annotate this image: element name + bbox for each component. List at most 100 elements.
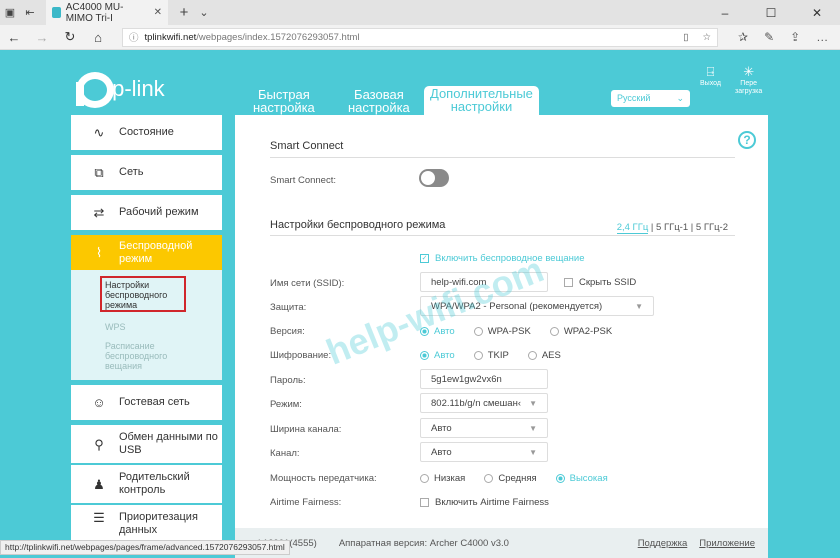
- sidebar-item-operation-mode[interactable]: ⇄ Рабочий режим: [71, 195, 222, 230]
- sidebar-item-label: Приоритезация данных: [119, 511, 198, 536]
- option-label: Средняя: [498, 473, 537, 484]
- enc-aes-radio[interactable]: [527, 351, 537, 360]
- option-label: Авто: [434, 350, 455, 361]
- url-input[interactable]: ⓘ tplinkwifi.net/webpages/index.157207629…: [122, 27, 718, 47]
- sidebar-item-label: Состояние: [119, 126, 174, 138]
- dropdown-arrow-icon: ▼: [529, 447, 537, 457]
- power-high-radio[interactable]: [555, 474, 565, 483]
- mode-icon: ⇄: [93, 205, 105, 220]
- support-link[interactable]: Поддержка: [638, 538, 688, 549]
- power-medium-radio[interactable]: [484, 474, 494, 483]
- new-tab-button[interactable]: +: [174, 4, 194, 21]
- version-wpa2-psk-radio[interactable]: [549, 327, 559, 336]
- help-icon[interactable]: ?: [738, 131, 756, 149]
- tab-basic[interactable]: Базовая настройка: [348, 88, 410, 114]
- favorite-star-icon[interactable]: ☆: [702, 32, 711, 43]
- more-icon[interactable]: …: [816, 30, 828, 44]
- logout-button[interactable]: ⍈ Выход: [700, 64, 721, 88]
- password-input[interactable]: 5g1ew1gw2vx6n: [420, 369, 548, 389]
- enable-broadcast-label: Включить беспроводное вещание: [435, 253, 585, 264]
- guest-icon: ☺: [92, 395, 106, 410]
- home-icon[interactable]: ⌂: [84, 30, 112, 45]
- wifi-icon: ⌇: [95, 245, 103, 260]
- security-value: WPA/WPA2 - Personal (рекомендуется): [431, 300, 603, 312]
- encryption-label: Шифрование:: [270, 350, 332, 361]
- sidebar-item-parental[interactable]: ♟ Родительский контроль: [71, 465, 222, 503]
- channel-width-select[interactable]: Авто ▼: [420, 418, 548, 438]
- checkbox-checked-icon: ✓: [420, 254, 429, 263]
- language-select[interactable]: Русский ⌄: [611, 90, 690, 107]
- back-icon[interactable]: ←: [0, 30, 28, 45]
- band-5ghz-2-tab[interactable]: 5 ГГц-2: [696, 222, 728, 233]
- option-label: Авто: [434, 326, 455, 337]
- sidebar-item-status[interactable]: ∿ Состояние: [71, 115, 222, 150]
- url-domain: tplinkwifi.net: [144, 31, 197, 43]
- divider: [270, 235, 735, 236]
- option-label: Низкая: [434, 473, 466, 484]
- favorites-icon[interactable]: ✰: [738, 30, 748, 44]
- sidebar-item-label: Сеть: [119, 166, 144, 178]
- sidebar-item-usb[interactable]: ⚲ Обмен данными по USB: [71, 425, 222, 463]
- maximize-button[interactable]: ☐: [748, 6, 794, 20]
- close-window-button[interactable]: ✕: [794, 6, 840, 20]
- enc-auto-radio[interactable]: [420, 351, 429, 360]
- parental-icon: ♟: [93, 476, 105, 492]
- option-label: WPA2-PSK: [563, 326, 613, 337]
- enable-broadcast-checkbox[interactable]: ✓ Включить беспроводное вещание: [420, 253, 585, 264]
- forward-icon[interactable]: →: [28, 30, 56, 45]
- enc-tkip-radio[interactable]: [473, 351, 483, 360]
- dropdown-arrow-icon: ▼: [529, 398, 537, 408]
- address-bar-row: ← → ↻ ⌂ ⓘ tplinkwifi.net/webpages/index.1…: [0, 25, 840, 50]
- version-auto-radio[interactable]: [420, 327, 429, 336]
- share-icon[interactable]: ⇪: [790, 30, 800, 44]
- submenu-wps[interactable]: WPS: [105, 322, 126, 332]
- channel-width-label: Ширина канала:: [270, 424, 342, 435]
- submenu-wireless-schedule[interactable]: Расписание беспроводного вещания: [105, 341, 167, 371]
- reboot-button[interactable]: ✳ Пере загрузка: [735, 64, 762, 96]
- channel-select[interactable]: Авто ▼: [420, 442, 548, 462]
- option-label: Высокая: [569, 473, 608, 484]
- app-link[interactable]: Приложение: [699, 538, 755, 549]
- reading-view-icon[interactable]: ▯: [683, 32, 688, 43]
- band-2-4ghz-tab[interactable]: 2,4 ГГц: [616, 222, 649, 234]
- version-label: Версия:: [270, 326, 305, 337]
- tab-list-chevron-icon[interactable]: ⌄: [194, 6, 214, 19]
- tab-actions-icon[interactable]: ▣: [0, 6, 20, 19]
- set-aside-tabs-icon[interactable]: ⇤: [20, 6, 40, 19]
- minimize-button[interactable]: –: [702, 6, 748, 20]
- mode-value: 802.11b/g/n смешан‹: [431, 397, 521, 409]
- tab-title: AC4000 MU-MIMO Tri-I: [65, 1, 124, 24]
- close-tab-icon[interactable]: ✕: [154, 7, 162, 18]
- browser-tab[interactable]: AC4000 MU-MIMO Tri-I ✕: [46, 0, 168, 25]
- highlight-box: [100, 276, 186, 312]
- smart-connect-toggle[interactable]: [419, 169, 449, 187]
- password-value: 5g1ew1gw2vx6n: [431, 373, 502, 385]
- hide-ssid-checkbox[interactable]: [564, 277, 573, 287]
- mode-label: Режим:: [270, 399, 302, 410]
- ssid-input[interactable]: help-wifi.com: [420, 272, 548, 292]
- tab-quick-setup[interactable]: Быстрая настройка: [253, 88, 315, 114]
- qos-icon: ☰: [93, 510, 105, 525]
- power-low-radio[interactable]: [420, 474, 429, 483]
- tab-advanced[interactable]: Дополнительные настройки: [424, 86, 539, 116]
- airtime-checkbox[interactable]: [420, 498, 429, 507]
- channel-label: Канал:: [270, 448, 300, 459]
- hide-ssid-label: Скрыть SSID: [579, 276, 637, 288]
- sidebar-item-wireless[interactable]: ⌇ Беспроводной режим: [71, 235, 222, 270]
- refresh-icon[interactable]: ↻: [56, 29, 84, 45]
- mode-select[interactable]: 802.11b/g/n смешан‹ ▼: [420, 393, 548, 413]
- option-label: TKIP: [487, 350, 509, 361]
- sidebar-item-network[interactable]: ⧉ Сеть: [71, 155, 222, 190]
- notes-icon[interactable]: ✎: [764, 30, 774, 44]
- sidebar-item-qos[interactable]: ☰ Приоритезация данных: [71, 505, 222, 543]
- option-label: WPA-PSK: [487, 326, 531, 337]
- main-panel: ? Smart Connect Smart Connect: Настройки…: [235, 115, 768, 528]
- sidebar-item-guest[interactable]: ☺ Гостевая сеть: [71, 385, 222, 420]
- usb-icon: ⚲: [94, 436, 104, 452]
- band-5ghz-1-tab[interactable]: 5 ГГц-1: [656, 222, 688, 233]
- security-label: Защита:: [270, 302, 307, 313]
- dropdown-arrow-icon: ▼: [635, 301, 643, 311]
- chevron-down-icon: ⌄: [676, 93, 684, 103]
- security-select[interactable]: WPA/WPA2 - Personal (рекомендуется) ▼: [420, 296, 654, 316]
- version-wpa-psk-radio[interactable]: [473, 327, 483, 336]
